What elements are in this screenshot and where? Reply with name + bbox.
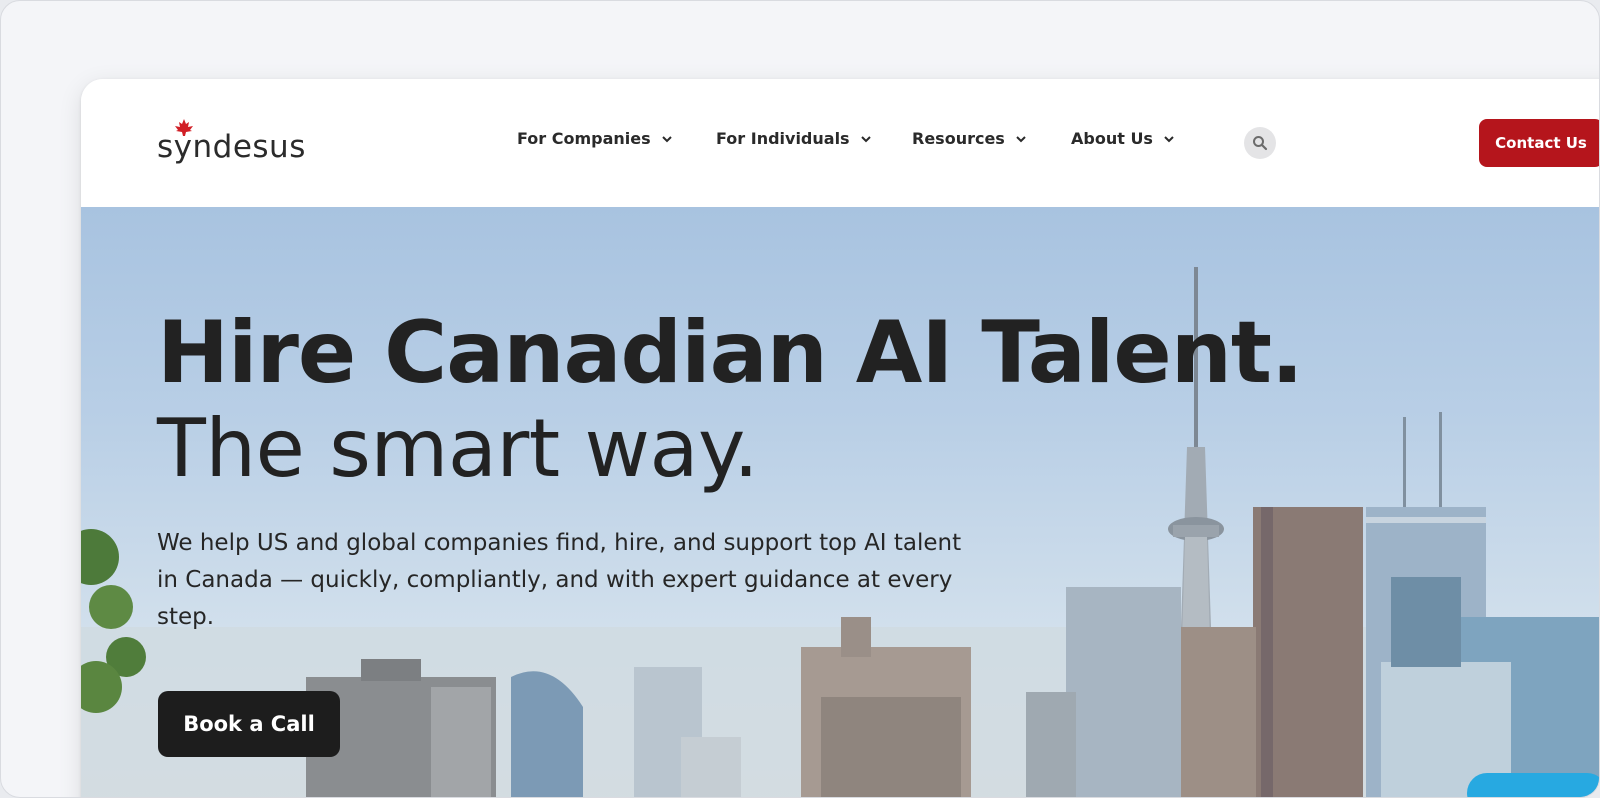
chevron-down-icon xyxy=(860,135,872,143)
chevron-down-icon xyxy=(1015,135,1027,143)
chevron-down-icon xyxy=(661,135,673,143)
book-a-call-button[interactable]: Book a Call xyxy=(158,691,340,757)
search-button[interactable] xyxy=(1244,127,1276,159)
hero-description: We help US and global companies find, hi… xyxy=(157,530,962,630)
hero-title: Hire Canadian AI Talent. xyxy=(157,303,1304,403)
chat-widget-button[interactable] xyxy=(1467,773,1599,797)
hero-section: Hire Canadian AI Talent. The smart way. … xyxy=(81,207,1599,797)
site-logo[interactable]: syndesus xyxy=(157,119,317,165)
screenshot-frame: syndesus For Companies For Individuals R xyxy=(0,0,1600,798)
logo-wordmark: syndesus xyxy=(157,129,306,165)
nav-item-resources[interactable]: Resources xyxy=(912,129,1027,148)
chevron-down-icon xyxy=(1163,135,1175,143)
site-header: syndesus For Companies For Individuals R xyxy=(81,79,1599,207)
nav-label: About Us xyxy=(1071,129,1153,148)
nav-label: For Companies xyxy=(517,129,651,148)
hero-subtitle: The smart way. xyxy=(157,402,759,495)
browser-window: syndesus For Companies For Individuals R xyxy=(81,79,1599,797)
contact-us-button[interactable]: Contact Us xyxy=(1479,119,1599,167)
search-icon xyxy=(1253,136,1268,151)
nav-item-for-individuals[interactable]: For Individuals xyxy=(716,129,872,148)
nav-label: Resources xyxy=(912,129,1005,148)
nav-item-for-companies[interactable]: For Companies xyxy=(517,129,673,148)
nav-item-about-us[interactable]: About Us xyxy=(1071,129,1175,148)
nav-label: For Individuals xyxy=(716,129,850,148)
